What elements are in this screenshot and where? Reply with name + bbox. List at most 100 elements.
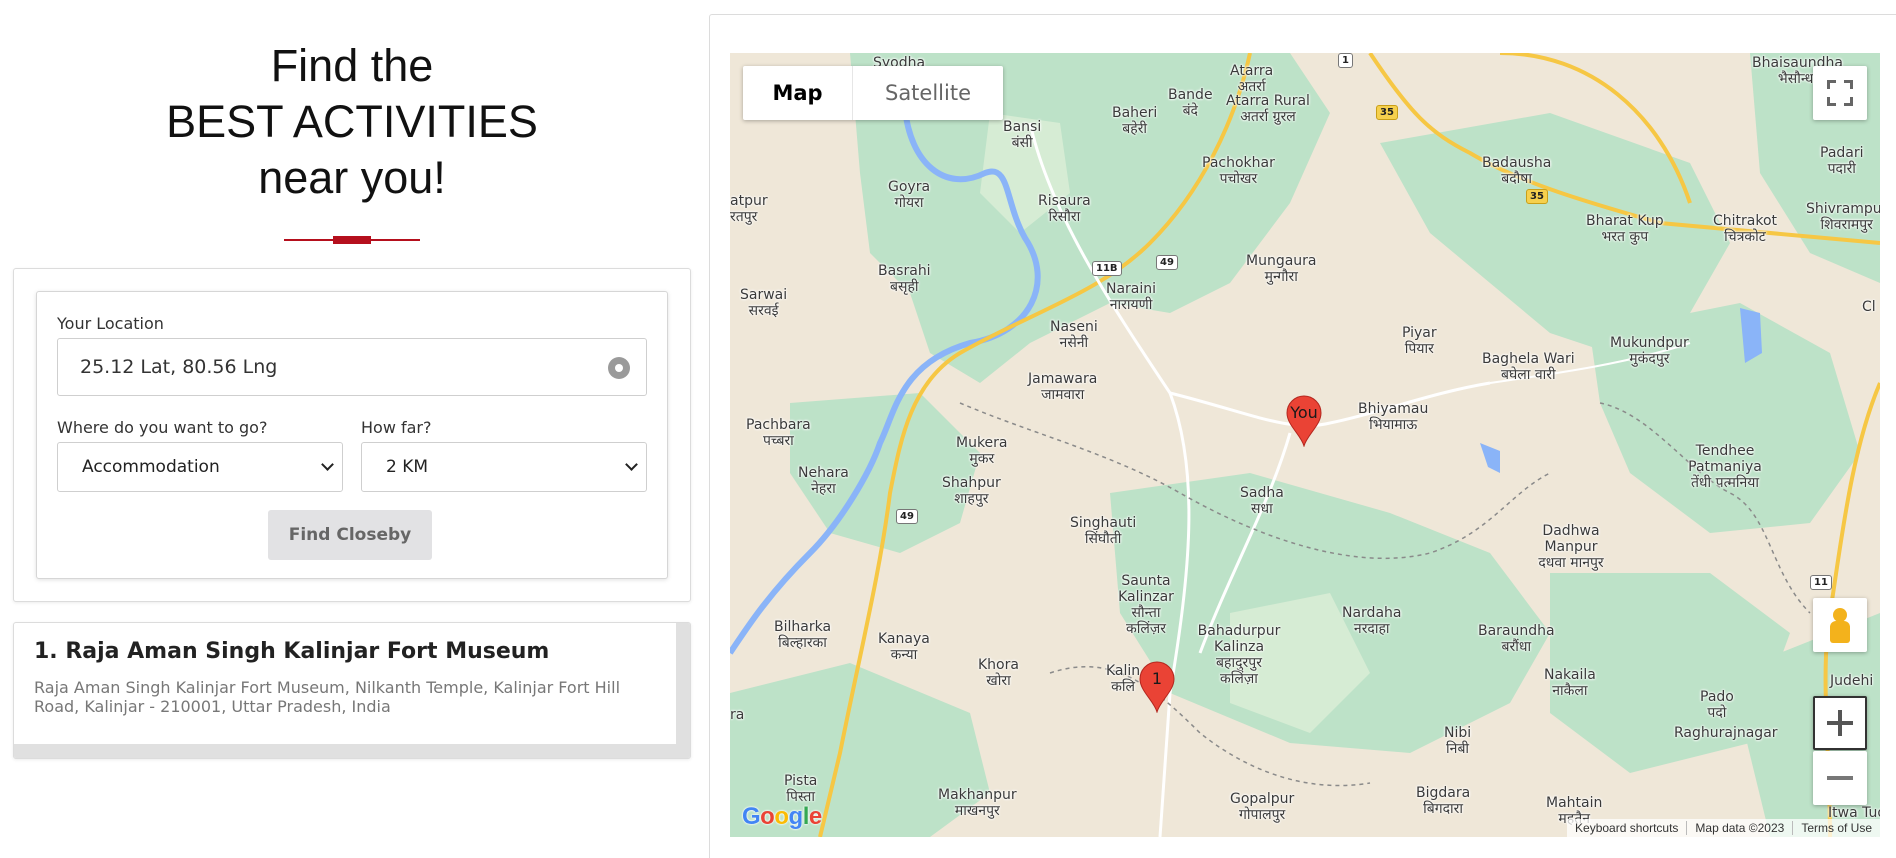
find-closeby-button[interactable]: Find Closeby bbox=[268, 510, 432, 560]
place-label: Mukundpur मुकंदपुर bbox=[1610, 335, 1689, 367]
place-label: Bharat Kup भरत कुप bbox=[1586, 213, 1664, 245]
place-label: Sadha सधा bbox=[1240, 485, 1284, 517]
distance-select[interactable]: 2 KM bbox=[361, 442, 647, 492]
place-label: Bilharka बिल्हारका bbox=[774, 619, 832, 651]
keyboard-shortcuts-link[interactable]: Keyboard shortcuts bbox=[1567, 821, 1686, 835]
map-type-satellite-button[interactable]: Satellite bbox=[853, 66, 1003, 120]
place-label: Kalin कलि bbox=[1106, 663, 1141, 695]
map-type-map-button[interactable]: Map bbox=[743, 66, 853, 120]
distance-label: How far? bbox=[361, 418, 432, 437]
highway-shield: 35 bbox=[1526, 189, 1548, 204]
place-label: Basrahi बसृही bbox=[878, 263, 931, 295]
hero-line-3: near you! bbox=[258, 152, 446, 203]
results-scrollbar-vertical[interactable] bbox=[676, 623, 690, 746]
place-label: Naraini नारायणी bbox=[1106, 281, 1157, 313]
search-form-card: Your Location 25.12 Lat, 80.56 Lng Where… bbox=[13, 268, 691, 602]
destination-label: Where do you want to go? bbox=[57, 418, 268, 437]
place-label: Singhauti सिंघौती bbox=[1070, 515, 1137, 547]
hero-heading: Find the BEST ACTIVITIES near you! bbox=[0, 38, 704, 206]
minus-icon bbox=[1827, 776, 1853, 780]
zoom-in-button[interactable] bbox=[1813, 696, 1867, 750]
result-address: Raja Aman Singh Kalinjar Fort Museum, Ni… bbox=[34, 678, 621, 716]
fullscreen-button[interactable] bbox=[1813, 66, 1867, 120]
place-label: Mukera मुकर bbox=[956, 435, 1008, 467]
chevron-down-icon bbox=[625, 458, 638, 471]
pegman-icon-body bbox=[1830, 621, 1850, 643]
place-label: Shahpur शाहपुर bbox=[942, 475, 1001, 507]
place-label: Tendhee Patmaniya तेंधी पत्मनिया bbox=[1688, 443, 1762, 491]
place-label: Nibi निबी bbox=[1444, 725, 1472, 757]
plus-icon-vertical bbox=[1838, 710, 1842, 736]
locate-me-icon[interactable] bbox=[608, 357, 630, 379]
place-label: Sarwai सरवई bbox=[740, 287, 788, 319]
destination-select[interactable]: Accommodation bbox=[57, 442, 343, 492]
pegman-icon bbox=[1833, 608, 1847, 622]
google-logo: Google bbox=[742, 803, 822, 830]
title-divider-accent bbox=[333, 236, 371, 244]
map-data-text: Map data ©2023 bbox=[1686, 821, 1792, 835]
place-label: Gopalpur गोपालपुर bbox=[1230, 791, 1295, 823]
place-label: Nardaha नरदाहा bbox=[1342, 605, 1402, 637]
place-label: Makhanpur माखनपुर bbox=[938, 787, 1017, 819]
place-label: Raghurajnagar bbox=[1674, 725, 1778, 741]
place-label: Mungaura मुन्गौरा bbox=[1246, 253, 1317, 285]
place-label: Saunta Kalinzar सौन्ता कलिंज़र bbox=[1118, 573, 1174, 637]
place-label: Baheri बहेरी bbox=[1112, 105, 1158, 137]
place-label: Chitrakot चित्रकोट bbox=[1713, 213, 1778, 245]
place-label: Nakaila नाकैला bbox=[1544, 667, 1596, 699]
place-label: Naseni नसेनी bbox=[1050, 319, 1098, 351]
place-label: Shivrampur शिवरामपुर bbox=[1806, 201, 1880, 233]
place-label: Atarra Rural अतर्रा ग्रुरल bbox=[1226, 93, 1310, 125]
destination-select-value: Accommodation bbox=[82, 457, 220, 477]
location-input-value: 25.12 Lat, 80.56 Lng bbox=[80, 356, 278, 378]
place-label: Badausha बदौषा bbox=[1482, 155, 1552, 187]
place-label: Pista पिस्ता bbox=[784, 773, 818, 805]
you-marker-label: You bbox=[1290, 403, 1318, 422]
place-label: Baraundha बरौंधा bbox=[1478, 623, 1555, 655]
hero-line-1: Find the bbox=[270, 40, 434, 91]
highway-shield: 11 bbox=[1810, 575, 1832, 590]
place-label: Bande बंदे bbox=[1168, 87, 1213, 119]
place-label: Bahadurpur Kalinza बहादुरपुर कलिंज़ा bbox=[1197, 623, 1281, 687]
place-label: Nehara नेहरा bbox=[798, 465, 849, 497]
place-label: Pado पदो bbox=[1700, 689, 1734, 721]
place-label: Bansi बंसी bbox=[1003, 119, 1042, 151]
place-label: Pachokhar पचोखर bbox=[1202, 155, 1275, 187]
you-marker[interactable]: You bbox=[1285, 395, 1323, 447]
map-canvas[interactable]: Syodha Atarra अतर्रा Bhaisaundha भैसौन्धा … bbox=[730, 53, 1880, 837]
place-label: Bhiyamau भियामाऊ bbox=[1358, 401, 1429, 433]
place-label: Goyra गोयरा bbox=[888, 179, 931, 211]
results-list: 1. Raja Aman Singh Kalinjar Fort Museum … bbox=[13, 622, 691, 759]
chevron-down-icon bbox=[321, 458, 334, 471]
place-label: Piyar पियार bbox=[1402, 325, 1437, 357]
zoom-out-button[interactable] bbox=[1813, 751, 1867, 805]
result-title[interactable]: 1. Raja Aman Singh Kalinjar Fort Museum bbox=[34, 639, 549, 664]
place-label: Bigdara बिगदारा bbox=[1416, 785, 1471, 817]
place-label: Cl bbox=[1862, 299, 1876, 315]
result-marker[interactable]: 1 bbox=[1138, 661, 1176, 713]
place-label: Pachbara पच्बरा bbox=[746, 417, 811, 449]
highway-shield: 35 bbox=[1376, 105, 1398, 120]
highway-shield: 49 bbox=[1156, 255, 1178, 270]
result-marker-label: 1 bbox=[1151, 669, 1163, 688]
highway-shield: 1 bbox=[1338, 53, 1353, 68]
search-form: Your Location 25.12 Lat, 80.56 Lng Where… bbox=[36, 291, 668, 579]
terms-of-use-link[interactable]: Terms of Use bbox=[1792, 821, 1880, 835]
highway-shield: 49 bbox=[896, 509, 918, 524]
highway-shield: 11B bbox=[1092, 261, 1122, 276]
place-label: Judehi bbox=[1830, 673, 1874, 689]
location-input[interactable]: 25.12 Lat, 80.56 Lng bbox=[57, 338, 647, 396]
location-label: Your Location bbox=[57, 314, 164, 333]
street-view-pegman[interactable] bbox=[1813, 598, 1867, 652]
map-attribution: Keyboard shortcuts Map data ©2023 Terms … bbox=[1567, 819, 1880, 837]
place-label: Risaura रिसौरा bbox=[1038, 193, 1091, 225]
place-label: atpur रतपुर bbox=[730, 193, 768, 225]
place-label: ra bbox=[730, 707, 745, 723]
map-type-control: Map Satellite bbox=[743, 66, 1003, 120]
fullscreen-icon bbox=[1827, 80, 1853, 106]
results-scrollbar-horizontal[interactable] bbox=[14, 744, 690, 758]
hero-line-2: BEST ACTIVITIES bbox=[166, 96, 538, 147]
place-label: Dadhwa Manpur दधवा मानपुर bbox=[1538, 523, 1604, 571]
place-label: Padari पदारी bbox=[1820, 145, 1864, 177]
place-label: Khora खोरा bbox=[978, 657, 1019, 689]
